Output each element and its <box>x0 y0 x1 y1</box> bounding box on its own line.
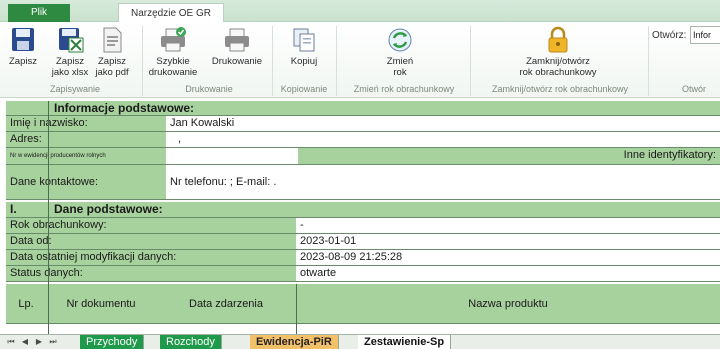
close-open-year-label-1: Zamknij/otwórz <box>526 56 590 67</box>
worksheet: Informacje podstawowe: Imię i nazwisko: … <box>0 99 720 334</box>
sheet-tab-przychody[interactable]: Przychody <box>80 335 145 349</box>
status-value[interactable]: otwarte <box>296 266 720 281</box>
copy-icon <box>293 28 315 52</box>
last-modified-label: Data ostatniej modyfikacji danych: <box>6 250 296 265</box>
save-pdf-icon <box>103 27 122 53</box>
next-sheet-icon[interactable]: ▶ <box>34 337 44 347</box>
name-label: Imię i nazwisko: <box>6 116 166 131</box>
save-pdf-label-2: jako pdf <box>95 67 129 78</box>
open-dropdown[interactable]: Infor <box>690 26 720 44</box>
prev-sheet-icon[interactable]: ◀ <box>20 337 30 347</box>
date-from-value[interactable]: 2023-01-01 <box>296 234 720 249</box>
ribbon-tab-bar: Plik Narzędzie OE GR <box>0 0 720 23</box>
fiscal-year-label: Rok obrachunkowy: <box>6 218 296 233</box>
section-header-row: I. Dane podstawowe: <box>6 202 720 218</box>
save-label: Zapisz <box>9 56 37 67</box>
form-row: Imię i nazwisko: Jan Kowalski <box>6 116 720 132</box>
group-label-kopiowanie: Kopiowanie <box>280 84 328 94</box>
column-header-data-zdarzenia: Data zdarzenia <box>189 298 263 310</box>
group-separator <box>142 26 143 96</box>
producer-number-value[interactable] <box>166 148 298 164</box>
form-row: Data ostatniej modyfikacji danych: 2023-… <box>6 250 720 266</box>
sheet-tab-ewidencja[interactable]: Ewidencja-PiR <box>250 335 339 349</box>
copy-label: Kopiuj <box>290 56 318 67</box>
print-label: Drukowanie <box>211 56 263 67</box>
quick-print-label-1: Szybkie <box>156 56 190 67</box>
floppy-disk-icon <box>12 28 34 51</box>
printer-check-icon <box>161 27 186 52</box>
lock-icon <box>548 26 568 53</box>
save-as-pdf-button[interactable]: Zapisz jako pdf <box>92 26 132 78</box>
contact-label: Dane kontaktowe: <box>6 165 166 199</box>
group-label-zmien-rok: Zmień rok obrachunkowy <box>353 84 455 94</box>
group-label-drukowanie: Drukowanie <box>185 84 233 94</box>
section-header-row: Informacje podstawowe: <box>6 101 720 116</box>
open-label: Otwórz: <box>652 30 687 41</box>
save-as-xlsx-button[interactable]: Zapisz jako xlsx <box>50 26 90 78</box>
change-year-label-1: Zmień <box>386 56 414 67</box>
address-value[interactable]: , <box>166 132 720 147</box>
change-year-button[interactable]: Zmień rok <box>374 26 426 78</box>
form-row: Rok obrachunkowy: - <box>6 218 720 234</box>
form-row: Status danych: otwarte <box>6 266 720 282</box>
section1-title: Informacje podstawowe: <box>54 101 195 115</box>
group-separator <box>470 26 471 96</box>
group-separator <box>336 26 337 96</box>
last-sheet-icon[interactable]: ⏭ <box>48 337 58 347</box>
save-xlsx-label-2: jako xlsx <box>51 67 89 78</box>
sheet-tab-rozchody[interactable]: Rozchody <box>160 335 222 349</box>
group-label-zapisywanie: Zapisywanie <box>49 84 101 94</box>
column-divider <box>296 284 297 334</box>
first-sheet-icon[interactable]: ⏮ <box>6 337 16 347</box>
group-label-zamknij: Zamknij/otwórz rok obrachunkowy <box>491 84 629 94</box>
frozen-column-line <box>48 101 49 334</box>
tab-file[interactable]: Plik <box>8 4 70 22</box>
quick-print-button[interactable]: Szybkie drukowanie <box>146 26 200 78</box>
printer-icon <box>225 28 249 52</box>
form-row: Dane kontaktowe: Nr telefonu: ; E-mail: … <box>6 165 720 200</box>
form-row: Data od: 2023-01-01 <box>6 234 720 250</box>
other-identifiers-label: Inne identyfikatory: <box>298 148 720 164</box>
save-button[interactable]: Zapisz <box>6 26 40 67</box>
close-open-year-label-2: rok obrachunkowy <box>519 67 597 78</box>
sheet-tabs-bar: ⏮ ◀ ▶ ⏭ Przychody Rozchody Ewidencja-PiR… <box>0 334 720 349</box>
close-open-year-button[interactable]: Zamknij/otwórz rok obrachunkowy <box>506 26 610 78</box>
save-pdf-label-1: Zapisz <box>98 56 126 67</box>
table-header-row: Lp. Nr dokumentu Data zdarzenia Nazwa pr… <box>6 284 720 324</box>
quick-print-label-2: drukowanie <box>148 67 198 78</box>
name-value[interactable]: Jan Kowalski <box>166 116 720 131</box>
refresh-icon <box>388 28 412 52</box>
print-button[interactable]: Drukowanie <box>206 26 268 67</box>
section2-number: I. <box>10 202 17 216</box>
group-separator <box>648 26 649 96</box>
change-year-label-2: rok <box>393 67 407 78</box>
section2-title: Dane podstawowe: <box>54 202 163 216</box>
save-xlsx-icon <box>59 28 84 53</box>
column-header-nazwa-produktu: Nazwa produktu <box>468 298 548 310</box>
group-label-otworz: Otwór <box>682 84 707 94</box>
contact-value[interactable]: Nr telefonu: ; E-mail: . <box>166 165 720 199</box>
column-header-lp: Lp. <box>18 298 34 310</box>
ribbon: Zapisz Zapisz jako xlsx Zapisz jako pdf … <box>0 22 720 98</box>
save-xlsx-label-1: Zapisz <box>56 56 84 67</box>
column-header-nr-dokumentu: Nr dokumentu <box>66 298 136 310</box>
producer-number-label: Nr w ewidencji producentów rolnych <box>6 148 166 164</box>
copy-button[interactable]: Kopiuj <box>284 26 324 67</box>
date-from-label: Data od: <box>6 234 296 249</box>
fiscal-year-value[interactable]: - <box>296 218 720 233</box>
tab-narzedzie[interactable]: Narzędzie OE GR <box>118 3 224 23</box>
address-label: Adres: <box>6 132 166 147</box>
form-row: Adres: , <box>6 132 720 148</box>
sheet-tab-zestawienie[interactable]: Zestawienie-Sp <box>358 335 452 349</box>
form-row: Nr w ewidencji producentów rolnych Inne … <box>6 148 720 165</box>
status-label: Status danych: <box>6 266 296 281</box>
last-modified-value[interactable]: 2023-08-09 21:25:28 <box>296 250 720 265</box>
